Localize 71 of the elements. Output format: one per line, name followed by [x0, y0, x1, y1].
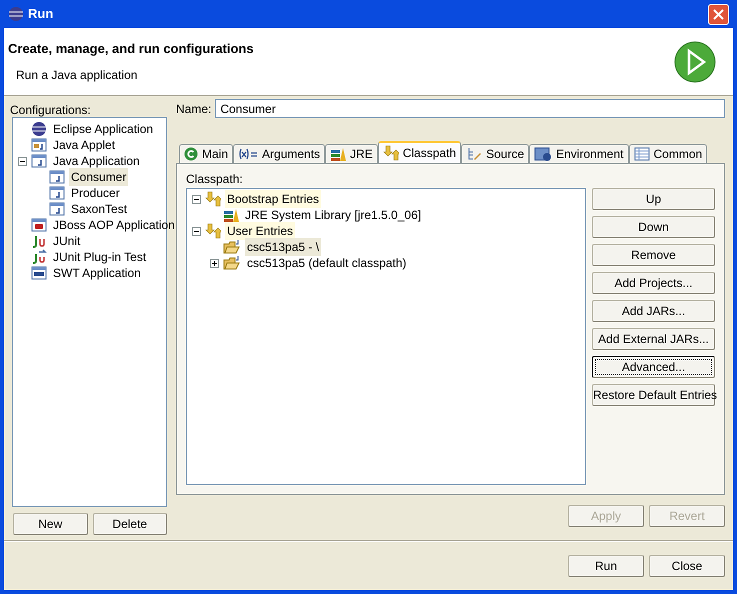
- java-icon: [31, 153, 47, 169]
- books-icon: [223, 207, 239, 223]
- close-button[interactable]: [708, 4, 729, 24]
- applet-icon: [31, 137, 47, 153]
- tree-item[interactable]: Consumer: [69, 168, 128, 186]
- tree-item[interactable]: Producer: [69, 184, 122, 202]
- tab[interactable]: Source: [461, 144, 530, 163]
- classpath-button[interactable]: Add External JARs...: [592, 328, 715, 350]
- dialog-title: Create, manage, and run configurations: [8, 40, 255, 58]
- classpath-button[interactable]: Advanced...: [592, 356, 715, 378]
- sphere-icon: [31, 121, 47, 137]
- tree-item[interactable]: Eclipse Application: [51, 120, 156, 138]
- config-action-button[interactable]: New: [13, 513, 88, 535]
- arrows-icon: [205, 223, 221, 239]
- java-icon: [49, 185, 65, 201]
- run-circle-icon: [184, 147, 198, 161]
- folder-icon: [223, 239, 241, 255]
- tab[interactable]: Main: [179, 144, 234, 163]
- window-title: Run: [28, 5, 54, 24]
- classpath-label: Classpath:: [186, 171, 244, 186]
- name-label: Name:: [176, 100, 212, 118]
- config-action-button[interactable]: Delete: [92, 513, 167, 535]
- variable-icon: [238, 148, 258, 160]
- tab[interactable]: Environment: [529, 144, 628, 163]
- tree-item[interactable]: csc513pa5 (default classpath): [245, 254, 408, 272]
- java-icon: [49, 201, 65, 217]
- tab[interactable]: Arguments: [233, 144, 326, 163]
- environment-icon: [534, 146, 552, 162]
- tree-item[interactable]: SaxonTest: [69, 200, 130, 218]
- tree-item[interactable]: JUnit Plug-in Test: [51, 248, 148, 266]
- expand-toggle[interactable]: [210, 258, 218, 268]
- tree-item[interactable]: csc513pa5 - \: [245, 238, 322, 256]
- classpath-button[interactable]: Up: [592, 188, 715, 210]
- swt-icon: [31, 265, 47, 281]
- collapse-toggle[interactable]: [18, 156, 26, 166]
- classpath-button[interactable]: Down: [592, 216, 715, 238]
- books-icon: [330, 146, 346, 162]
- classpath-button[interactable]: Add Projects...: [592, 272, 715, 294]
- dialog-button[interactable]: Close: [649, 555, 725, 577]
- tree-item[interactable]: Bootstrap Entries: [225, 190, 322, 208]
- java-icon: [49, 169, 65, 185]
- close-icon: [713, 8, 724, 20]
- tree-item[interactable]: Java Application: [51, 152, 142, 170]
- jboss-icon: [31, 217, 47, 233]
- classpath-button[interactable]: Add JARs...: [592, 300, 715, 322]
- tab[interactable]: JRE: [325, 144, 378, 163]
- tree-item[interactable]: JBoss AOP Application: [51, 216, 177, 234]
- sphere-icon: [8, 6, 24, 22]
- hierarchy-icon: [466, 146, 482, 162]
- junit-icon: [31, 233, 47, 249]
- tab[interactable]: Common: [628, 144, 708, 163]
- junit-plugin-icon: [31, 249, 47, 265]
- tab[interactable]: Classpath: [378, 141, 462, 163]
- run-icon: [673, 40, 717, 84]
- collapse-toggle[interactable]: [192, 226, 200, 236]
- name-field[interactable]: Consumer: [215, 99, 725, 118]
- configurations-label: Configurations:: [9, 102, 92, 117]
- collapse-toggle[interactable]: [192, 194, 200, 204]
- arrows-icon: [382, 145, 399, 161]
- classpath-button[interactable]: Restore Default Entries: [592, 384, 715, 406]
- table-icon: [634, 147, 650, 161]
- tree-item[interactable]: JRE System Library [jre1.5.0_06]: [243, 206, 424, 224]
- tree-item[interactable]: Java Applet: [51, 136, 118, 154]
- tree-item[interactable]: User Entries: [225, 222, 296, 240]
- dialog-subtitle: Run a Java application: [15, 67, 138, 84]
- classpath-button[interactable]: Remove: [592, 244, 715, 266]
- arrows-icon: [205, 191, 221, 207]
- dialog-button[interactable]: Run: [568, 555, 644, 577]
- tree-item[interactable]: SWT Application: [51, 264, 143, 282]
- tree-item[interactable]: JUnit: [51, 232, 82, 250]
- folder-icon: [223, 255, 241, 271]
